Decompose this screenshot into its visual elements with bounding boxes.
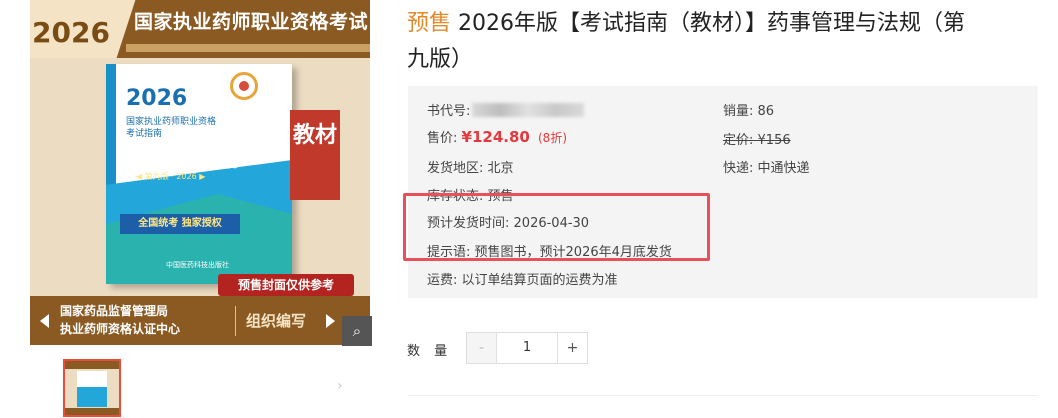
cover-thumbnail[interactable] [63, 359, 121, 417]
quantity-label: 数 量 [407, 344, 453, 359]
cover-banner-title: 国家执业药师职业资格考试 [134, 11, 369, 33]
sales-value: 86 [757, 104, 775, 119]
ship-from-row: 发货地区: 北京 [427, 157, 514, 176]
book-subtitle: 考试指南 [126, 129, 163, 139]
price-label: 售价: [427, 131, 458, 146]
product-title-text: 2026年版【考试指南（教材）】药事管理与法规（第 [451, 11, 965, 36]
freight-row: 运费: 以订单结算页面的运费为准 [427, 269, 618, 288]
cover-presale-note: 预售封面仅供参考 [218, 274, 354, 296]
book-edition: ◀ 第九版 · 2026 ▶ [136, 172, 206, 181]
courier-row: 快递: 中通快递 [723, 157, 810, 176]
courier-label: 快递: [723, 161, 754, 176]
ship-from-value: 北京 [487, 161, 514, 176]
book-year: 2026 [126, 86, 188, 111]
highlight-box [403, 193, 710, 261]
cover-footer-org: 国家药品监督管理局 执业药师资格认证中心 [60, 302, 180, 338]
product-cover-image[interactable]: 2026 国家执业药师职业资格考试 2026 国家执业药师职业资格 考试指南 药… [30, 0, 370, 345]
isbn-label: 书代号: [427, 104, 471, 119]
product-title: 预售 2026年版【考试指南（教材）】药事管理与法规（第 [407, 6, 965, 42]
cover-footer-edit: 组织编写 [246, 312, 307, 330]
thumb-book [77, 371, 107, 407]
sales-label: 销量: [723, 104, 754, 119]
arrow-right-icon [326, 314, 335, 328]
quantity-stepper: - + [466, 332, 588, 364]
product-title-continued: 九版） [407, 47, 474, 72]
cover-footer-org-line: 国家药品监督管理局 [60, 304, 169, 318]
book-emblem-icon [230, 72, 258, 100]
list-price-value: ¥156 [757, 133, 791, 148]
cover-footer: 国家药品监督管理局 执业药师资格认证中心 组织编写 [30, 296, 370, 345]
freight-value: 以订单结算页面的运费为准 [461, 273, 618, 288]
zoom-magnifier-icon[interactable]: ⌕ [342, 316, 372, 346]
courier-value: 中通快递 [757, 161, 810, 176]
book-tag: 全国统考 独家授权 [120, 214, 240, 234]
price-value: ¥124.80 [461, 128, 530, 146]
section-divider [408, 395, 1038, 396]
thumb-decor [65, 408, 119, 415]
book-name: 药事管理与法规 [126, 152, 239, 171]
list-price-row: 定价: ¥156 [723, 129, 791, 148]
isbn-row: 书代号: [427, 100, 585, 119]
thumbnail-next-icon[interactable]: › [337, 378, 343, 394]
thumb-decor [65, 361, 119, 369]
isbn-blurred-value [472, 103, 585, 117]
cover-side-label: 教材 [290, 110, 340, 200]
cover-banner-year: 2026 [30, 0, 112, 58]
cover-banner-strip [126, 44, 370, 52]
quantity-minus-button[interactable]: - [467, 333, 497, 363]
sales-row: 销量: 86 [723, 100, 774, 119]
book-illustration: 2026 国家执业药师职业资格 考试指南 药事管理与法规 ◀ 第九版 · 202… [106, 64, 292, 284]
quantity-input[interactable] [497, 333, 557, 363]
arrow-left-icon [40, 314, 49, 328]
cover-footer-divider [235, 306, 236, 336]
discount-badge: (8折) [538, 131, 567, 145]
ship-from-label: 发货地区: [427, 161, 484, 176]
freight-label: 运费: [427, 273, 458, 288]
presale-tag: 预售 [407, 11, 452, 36]
list-price-label: 定价: [723, 133, 754, 148]
quantity-plus-button[interactable]: + [557, 333, 587, 363]
cover-footer-org-line: 执业药师资格认证中心 [60, 322, 181, 336]
price-row: 售价: ¥124.80 (8折) [427, 127, 567, 146]
book-publisher: 中国医药科技出版社 [166, 261, 229, 269]
